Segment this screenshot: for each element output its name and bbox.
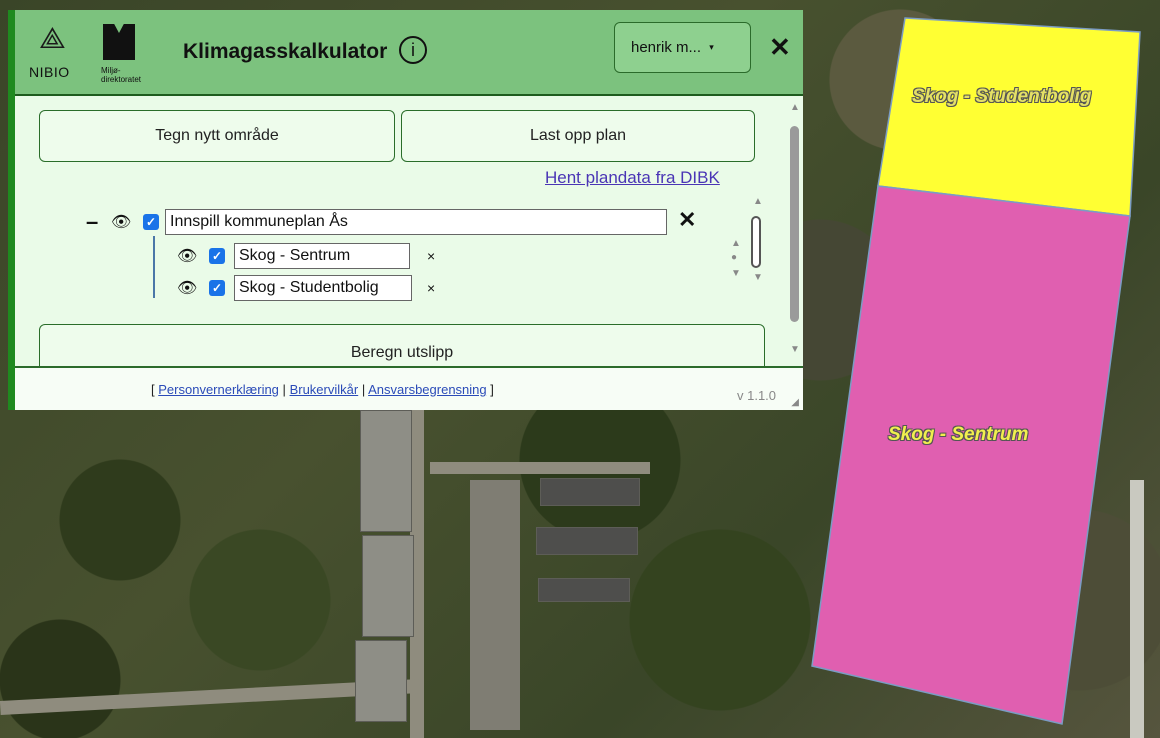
tree-connector: [153, 236, 155, 298]
child-checkbox[interactable]: ✓: [209, 248, 225, 264]
polygon-label-studentbolig: Skog - Studentbolig: [912, 86, 1092, 107]
root-checkbox[interactable]: ✓: [143, 214, 159, 230]
remove-plan-icon[interactable]: ✕: [678, 207, 696, 233]
upload-plan-button[interactable]: Last opp plan: [401, 110, 755, 162]
calculator-panel: ⟁ NIBIO Miljø- direktoratet Klimagasskal…: [8, 10, 803, 410]
collapse-toggle[interactable]: –: [86, 209, 98, 235]
version-label: v 1.1.0: [737, 388, 777, 403]
scroll-up-icon[interactable]: ▲: [753, 196, 763, 207]
scroll-up-icon[interactable]: ▲: [731, 238, 741, 249]
separator: |: [361, 382, 366, 397]
eye-icon[interactable]: 👁: [177, 246, 197, 266]
panel-body: Tegn nytt område Last opp plan Hent plan…: [15, 96, 783, 366]
remove-area-icon[interactable]: ×: [427, 248, 435, 264]
miljodirektoratet-logo-icon: [103, 24, 135, 60]
footer-links: [ Personvernerklæring | Brukervilkår | A…: [151, 382, 494, 397]
tree-scrollbar[interactable]: ▲ ▲ ● ▼ ▼: [731, 196, 765, 296]
scroll-thumb[interactable]: [751, 216, 761, 268]
panel-scrollbar[interactable]: ▲ ▼: [787, 100, 803, 362]
user-menu-button[interactable]: henrik m... ▾: [614, 22, 751, 73]
resize-handle-icon[interactable]: ◢: [791, 397, 799, 408]
nibio-logo-icon: ⟁: [39, 22, 66, 55]
terms-link[interactable]: Brukervilkår: [290, 382, 359, 397]
bracket-close: ]: [490, 382, 494, 397]
child-area-name-field[interactable]: Skog - Sentrum: [234, 243, 410, 269]
panel-header: ⟁ NIBIO Miljø- direktoratet Klimagasskal…: [15, 10, 803, 96]
scroll-up-icon[interactable]: ▲: [790, 102, 800, 113]
app-title: Klimagasskalkulator: [183, 40, 388, 63]
child-checkbox[interactable]: ✓: [209, 280, 225, 296]
child-area-name-field[interactable]: Skog - Studentbolig: [234, 275, 412, 301]
privacy-link[interactable]: Personvernerklæring: [158, 382, 279, 397]
scroll-thumb-mini[interactable]: ●: [731, 252, 737, 263]
separator: |: [282, 382, 286, 397]
draw-new-area-button[interactable]: Tegn nytt område: [39, 110, 395, 162]
nibio-logo-text: NIBIO: [29, 64, 70, 80]
remove-area-icon[interactable]: ×: [427, 280, 435, 296]
fetch-dibk-link[interactable]: Hent plandata fra DIBK: [545, 168, 720, 188]
polygon-studentbolig: [877, 17, 1141, 217]
calculate-emissions-button[interactable]: Beregn utslipp: [39, 324, 765, 366]
close-icon[interactable]: ✕: [769, 32, 791, 63]
panel-footer: [ Personvernerklæring | Brukervilkår | A…: [15, 366, 803, 410]
scroll-thumb[interactable]: [790, 126, 799, 322]
info-icon[interactable]: i: [399, 36, 427, 64]
miljodirektoratet-logo: Miljø- direktoratet: [99, 22, 179, 86]
scroll-down-icon[interactable]: ▼: [790, 344, 800, 355]
disclaimer-link[interactable]: Ansvarsbegrensning: [368, 382, 487, 397]
polygon-sentrum: [811, 185, 1131, 725]
scroll-down-icon[interactable]: ▼: [731, 268, 741, 279]
root-plan-name-field[interactable]: Innspill kommuneplan Ås: [165, 209, 667, 235]
miljodirektoratet-logo-text: Miljø- direktoratet: [101, 66, 142, 84]
polygon-label-sentrum: Skog - Sentrum: [888, 424, 1029, 445]
nibio-logo: ⟁ NIBIO: [29, 22, 89, 86]
chevron-down-icon: ▾: [709, 42, 714, 52]
bracket-open: [: [151, 382, 155, 397]
eye-icon[interactable]: 👁: [111, 212, 131, 232]
user-name: henrik m...: [631, 39, 702, 56]
eye-icon[interactable]: 👁: [177, 278, 197, 298]
scroll-down-icon[interactable]: ▼: [753, 272, 763, 283]
